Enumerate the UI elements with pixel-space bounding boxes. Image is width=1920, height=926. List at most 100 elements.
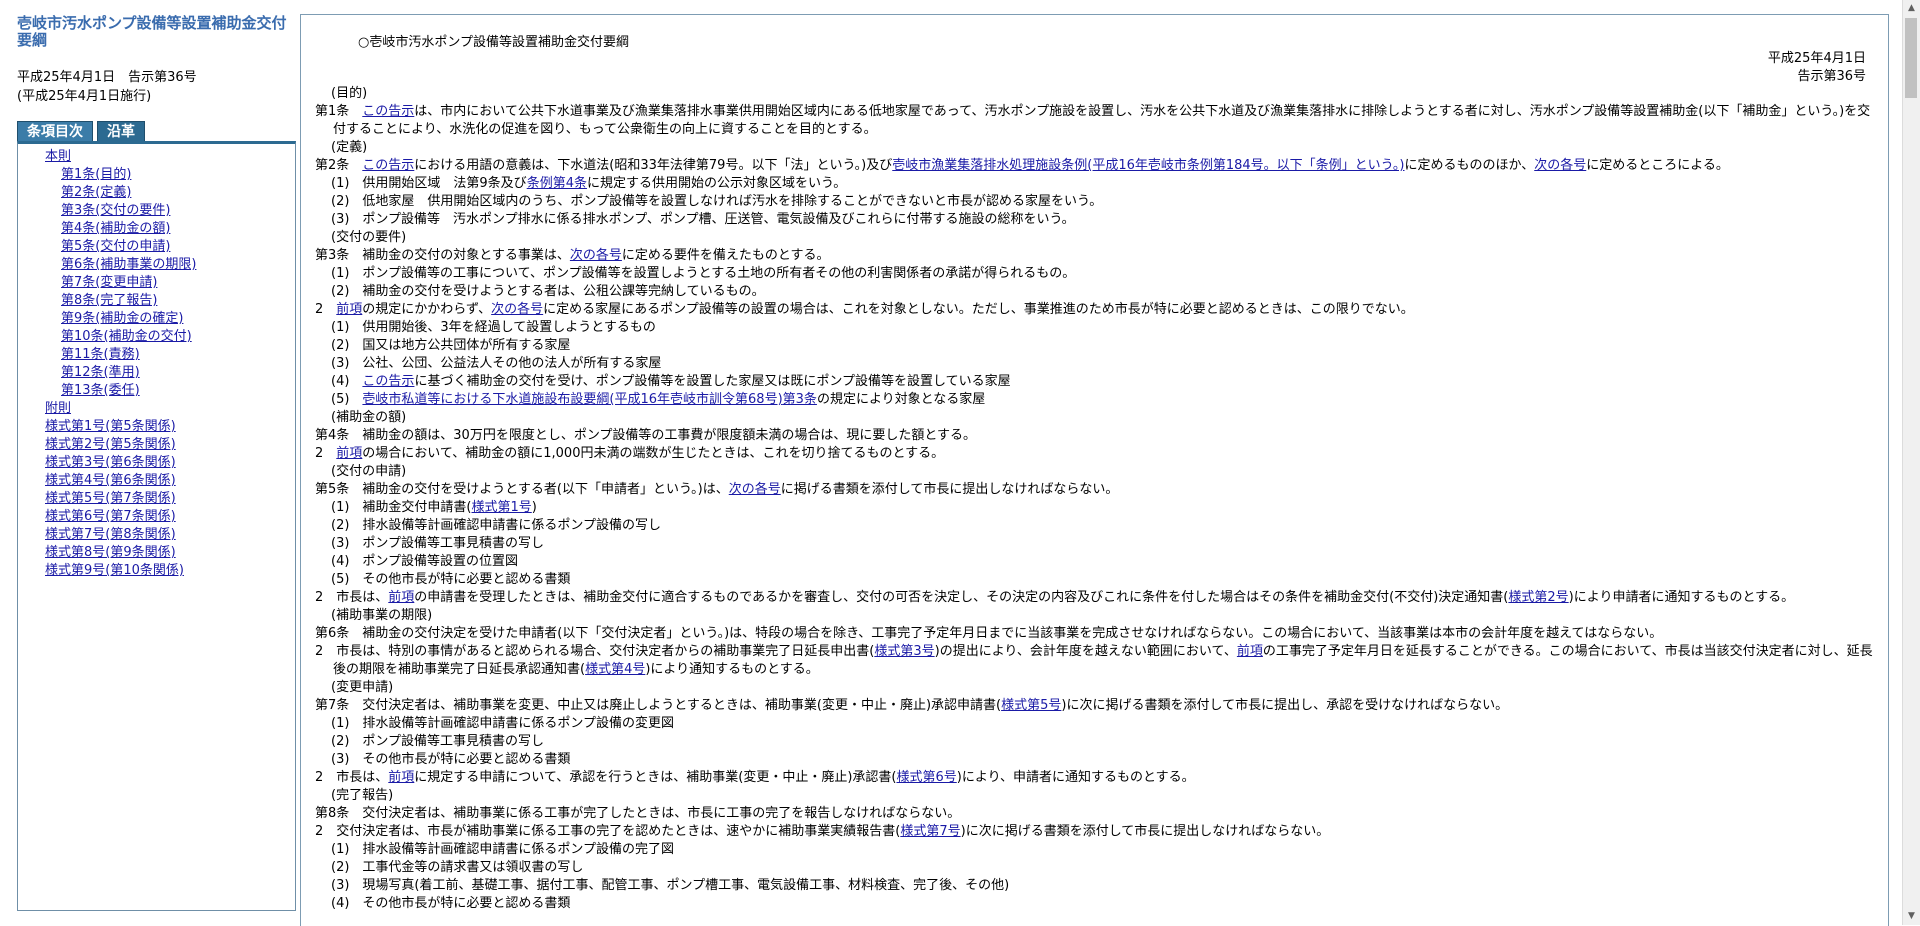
toc-item[interactable]: 第1条(目的) <box>18 166 295 184</box>
link-ordinance-article-4[interactable]: 条例第4条 <box>527 176 587 191</box>
toc-link[interactable]: 第12条(準用) <box>61 365 140 380</box>
toc-item[interactable]: 様式第6号(第7条関係) <box>18 508 295 526</box>
toc-link[interactable]: 第11条(責務) <box>61 347 140 362</box>
article-3-p2-item-2: (2) 国又は地方公共団体が所有する家屋 <box>331 338 571 353</box>
toc-item[interactable]: 第12条(準用) <box>18 364 295 382</box>
link-form-1[interactable]: 様式第1号 <box>472 500 532 515</box>
toc-link[interactable]: 第1条(目的) <box>61 167 131 182</box>
toc-item[interactable]: 様式第7号(第8条関係) <box>18 526 295 544</box>
toc-item[interactable]: 様式第3号(第6条関係) <box>18 454 295 472</box>
link-following-items[interactable]: 次の各号 <box>729 482 781 497</box>
link-previous-paragraph[interactable]: 前項 <box>388 770 414 785</box>
link-article-3[interactable]: 第3条 <box>783 392 817 407</box>
link-previous-paragraph[interactable]: 前項 <box>336 446 362 461</box>
tab-history[interactable]: 沿革 <box>97 121 145 142</box>
link-this-notice[interactable]: この告示 <box>362 158 414 173</box>
link-form-2[interactable]: 様式第2号 <box>1508 590 1568 605</box>
article-2-item-3: (3) ポンプ設備等 汚水ポンプ排水に係る排水ポンプ、ポンプ槽、圧送管、電気設備… <box>331 212 1075 227</box>
toc-item[interactable]: 第3条(交付の要件) <box>18 202 295 220</box>
toc-link[interactable]: 第3条(交付の要件) <box>61 203 170 218</box>
toc-item[interactable]: 第6条(補助事業の期限) <box>18 256 295 274</box>
article-3: 第3条 補助金の交付の対象とする事業は、次の各号に定める要件を備えたものとする。 <box>315 248 830 263</box>
document-date-text: 平成25年4月1日 <box>1767 51 1866 66</box>
article-3-item-2: (2) 補助金の交付を受けようとする者は、公租公課等完納しているもの。 <box>331 284 765 299</box>
link-private-road-guideline[interactable]: 壱岐市私道等における下水道施設布設要綱(平成16年壱岐市訓令第68号) <box>362 392 782 407</box>
toc-link[interactable]: 様式第8号(第9条関係) <box>45 545 176 560</box>
toc-link[interactable]: 様式第4号(第6条関係) <box>45 473 176 488</box>
scroll-down-arrow-icon[interactable]: ▼ <box>1903 908 1920 925</box>
article-8: 第8条 交付決定者は、補助事業に係る工事が完了したときは、市長に工事の完了を報告… <box>315 806 961 821</box>
toc-link[interactable]: 様式第7号(第8条関係) <box>45 527 176 542</box>
toc-item[interactable]: 様式第1号(第5条関係) <box>18 418 295 436</box>
article-8-item-2: (2) 工事代金等の請求書又は領収書の写し <box>331 860 584 875</box>
toc-item[interactable]: 第5条(交付の申請) <box>18 238 295 256</box>
toc-item[interactable]: 様式第9号(第10条関係) <box>18 562 295 580</box>
toc-link[interactable]: 第10条(補助金の交付) <box>61 329 192 344</box>
article-7-item-3: (3) その他市長が特に必要と認める書類 <box>331 752 571 767</box>
toc-link[interactable]: 様式第2号(第5条関係) <box>45 437 176 452</box>
link-previous-paragraph[interactable]: 前項 <box>1237 644 1263 659</box>
link-form-6[interactable]: 様式第6号 <box>896 770 956 785</box>
toc-link[interactable]: 様式第6号(第7条関係) <box>45 509 176 524</box>
toc-link[interactable]: 本則 <box>45 149 71 164</box>
toc-item[interactable]: 本則 <box>18 148 295 166</box>
article-2: 第2条 この告示における用語の意義は、下水道法(昭和33年法律第79号。以下「法… <box>315 158 1729 173</box>
toc-link[interactable]: 第13条(委任) <box>61 383 140 398</box>
link-ordinance[interactable]: 壱岐市漁業集落排水処理施設条例(平成16年壱岐市条例第184号。以下「条例」とい… <box>892 158 1404 173</box>
main-document: ○壱岐市汚水ポンプ設備等設置補助金交付要綱 平成25年4月1日 告示第36号 (… <box>300 14 1889 926</box>
toc-link[interactable]: 第6条(補助事業の期限) <box>61 257 196 272</box>
article-8-item-4: (4) その他市長が特に必要と認める書類 <box>331 896 571 911</box>
toc-link[interactable]: 第7条(変更申請) <box>61 275 157 290</box>
link-this-notice[interactable]: この告示 <box>362 104 414 119</box>
toc-link[interactable]: 第5条(交付の申請) <box>61 239 170 254</box>
link-form-7[interactable]: 様式第7号 <box>900 824 960 839</box>
document-date: 平成25年4月1日 告示第36号 <box>1768 50 1866 86</box>
sidebar-tabs: 条項目次 沿革 <box>17 121 149 142</box>
article-6: 第6条 補助金の交付決定を受けた申請者(以下「交付決定者」という。)は、特段の場… <box>315 626 1663 641</box>
article-5-item-3: (3) ポンプ設備等工事見積書の写し <box>331 536 545 551</box>
link-this-notice[interactable]: この告示 <box>362 374 414 389</box>
toc-link[interactable]: 様式第9号(第10条関係) <box>45 563 184 578</box>
toc-item[interactable]: 第7条(変更申請) <box>18 274 295 292</box>
toc-item[interactable]: 附則 <box>18 400 295 418</box>
toc-link[interactable]: 第2条(定義) <box>61 185 131 200</box>
toc-link[interactable]: 様式第5号(第7条関係) <box>45 491 176 506</box>
page-scrollbar[interactable]: ▲ ▼ <box>1902 0 1920 925</box>
article-4: 第4条 補助金の額は、30万円を限度とし、ポンプ設備等の工事費が限度額未満の場合… <box>315 428 977 443</box>
scroll-up-arrow-icon[interactable]: ▲ <box>1903 0 1920 17</box>
link-form-4[interactable]: 様式第4号 <box>585 662 645 677</box>
link-following-items[interactable]: 次の各号 <box>1534 158 1586 173</box>
toc-item[interactable]: 様式第8号(第9条関係) <box>18 544 295 562</box>
scroll-thumb[interactable] <box>1905 18 1917 98</box>
link-previous-paragraph[interactable]: 前項 <box>336 302 362 317</box>
toc-link[interactable]: 様式第3号(第6条関係) <box>45 455 176 470</box>
link-form-3[interactable]: 様式第3号 <box>874 644 934 659</box>
toc-item[interactable]: 様式第2号(第5条関係) <box>18 436 295 454</box>
heading-amount: (補助金の額) <box>331 410 407 425</box>
toc-link[interactable]: 附則 <box>45 401 71 416</box>
article-7: 第7条 交付決定者は、補助事業を変更、中止又は廃止しようとするときは、補助事業(… <box>315 698 1509 713</box>
toc-item[interactable]: 第13条(委任) <box>18 382 295 400</box>
link-previous-paragraph[interactable]: 前項 <box>388 590 414 605</box>
toc-item[interactable]: 第10条(補助金の交付) <box>18 328 295 346</box>
link-form-5[interactable]: 様式第5号 <box>1001 698 1061 713</box>
toc-link[interactable]: 第4条(補助金の額) <box>61 221 170 236</box>
toc-item[interactable]: 様式第5号(第7条関係) <box>18 490 295 508</box>
link-following-items[interactable]: 次の各号 <box>570 248 622 263</box>
toc-item[interactable]: 第8条(完了報告) <box>18 292 295 310</box>
toc-link[interactable]: 様式第1号(第5条関係) <box>45 419 176 434</box>
toc-panel: 本則第1条(目的) 第2条(定義) 第3条(交付の要件) 第4条(補助金の額) 第5条(… <box>17 141 296 911</box>
article-3-p2-item-1: (1) 供用開始後、3年を経過して設置しようとするもの <box>331 320 656 335</box>
toc-item[interactable]: 第11条(責務) <box>18 346 295 364</box>
toc-link[interactable]: 第9条(補助金の確定) <box>61 311 183 326</box>
toc-item[interactable]: 第4条(補助金の額) <box>18 220 295 238</box>
link-following-items[interactable]: 次の各号 <box>491 302 543 317</box>
tab-toc[interactable]: 条項目次 <box>17 121 93 142</box>
sidebar-title: 壱岐市汚水ポンプ設備等設置補助金交付要綱 <box>17 14 287 49</box>
document-notice-number: 告示第36号 <box>1797 69 1866 84</box>
toc-link[interactable]: 第8条(完了報告) <box>61 293 157 308</box>
toc-item[interactable]: 様式第4号(第6条関係) <box>18 472 295 490</box>
toc-item[interactable]: 第2条(定義) <box>18 184 295 202</box>
toc-item[interactable]: 第9条(補助金の確定) <box>18 310 295 328</box>
article-3-p2-item-5: (5) 壱岐市私道等における下水道施設布設要綱(平成16年壱岐市訓令第68号)第… <box>331 392 986 407</box>
